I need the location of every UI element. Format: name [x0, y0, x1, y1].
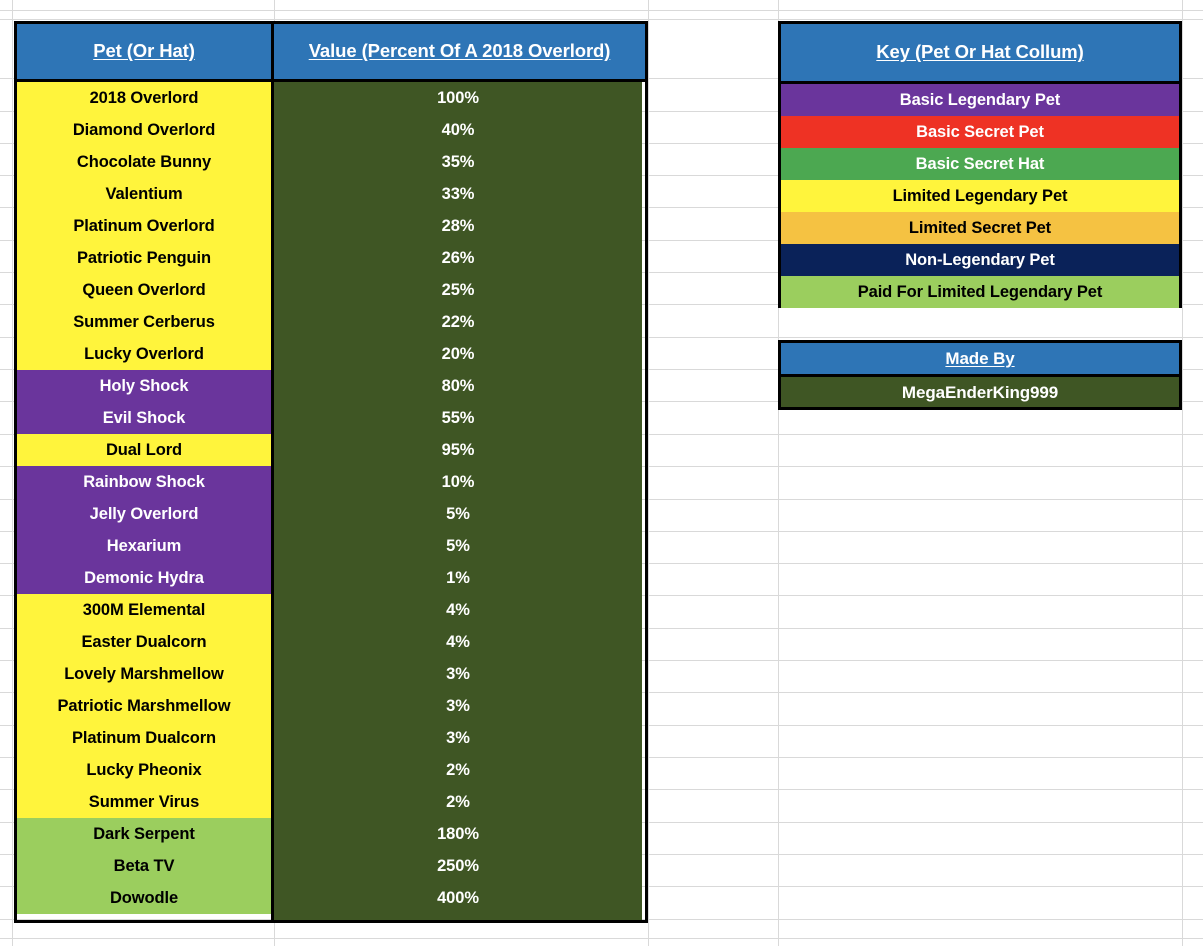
- table-row-value[interactable]: 40%: [274, 114, 642, 146]
- table-row-value[interactable]: 5%: [274, 498, 642, 530]
- table-row-value[interactable]: 55%: [274, 402, 642, 434]
- table-row-value[interactable]: 180%: [274, 818, 642, 850]
- table-row-value[interactable]: 2%: [274, 786, 642, 818]
- table-row-pet-name[interactable]: Dual Lord: [17, 434, 271, 466]
- pet-name-column: 2018 Overlord Diamond Overlord Chocolate B…: [17, 82, 274, 920]
- main-table-body: 2018 Overlord Diamond Overlord Chocolate B…: [17, 79, 645, 920]
- table-row-value[interactable]: 20%: [274, 338, 642, 370]
- table-row-pet-name[interactable]: Beta TV: [17, 850, 271, 882]
- table-row-value[interactable]: 33%: [274, 178, 642, 210]
- table-row-value[interactable]: 1%: [274, 562, 642, 594]
- table-row-pet-name[interactable]: Chocolate Bunny: [17, 146, 271, 178]
- grid-row-line-29: [0, 938, 1203, 939]
- made-by-author: MegaEnderKing999: [781, 374, 1179, 407]
- table-row-value[interactable]: 250%: [274, 850, 642, 882]
- table-row-value[interactable]: 3%: [274, 722, 642, 754]
- grid-column-line-4: [1182, 0, 1183, 946]
- table-row-pet-name[interactable]: 300M Elemental: [17, 594, 271, 626]
- table-row-value[interactable]: 10%: [274, 466, 642, 498]
- grid-column-line-0: [12, 0, 13, 946]
- table-row-pet-name[interactable]: Summer Cerberus: [17, 306, 271, 338]
- table-row-value[interactable]: 35%: [274, 146, 642, 178]
- made-by-panel: Made By MegaEnderKing999: [778, 340, 1182, 410]
- column-header-value[interactable]: Value (Percent Of A 2018 Overlord): [274, 24, 645, 79]
- table-row-value[interactable]: 100%: [274, 82, 642, 114]
- table-row-value[interactable]: 2%: [274, 754, 642, 786]
- key-legend-panel: Key (Pet Or Hat Collum) Basic Legendary …: [778, 21, 1182, 308]
- table-row-pet-name[interactable]: Patriotic Marshmellow: [17, 690, 271, 722]
- table-row-pet-name[interactable]: Platinum Overlord: [17, 210, 271, 242]
- table-row-pet-name[interactable]: Rainbow Shock: [17, 466, 271, 498]
- key-legend-item[interactable]: Limited Legendary Pet: [781, 180, 1179, 212]
- table-row-pet-name[interactable]: Dark Serpent: [17, 818, 271, 850]
- key-panel-header[interactable]: Key (Pet Or Hat Collum): [781, 24, 1179, 81]
- key-legend-item[interactable]: Paid For Limited Legendary Pet: [781, 276, 1179, 308]
- table-row-value[interactable]: 26%: [274, 242, 642, 274]
- table-row-pet-name[interactable]: Lucky Pheonix: [17, 754, 271, 786]
- table-row-pet-name[interactable]: Lovely Marshmellow: [17, 658, 271, 690]
- table-row-pet-name[interactable]: Summer Virus: [17, 786, 271, 818]
- table-row-value[interactable]: 28%: [274, 210, 642, 242]
- grid-row-line-1: [0, 19, 1203, 20]
- table-row-pet-name[interactable]: Diamond Overlord: [17, 114, 271, 146]
- table-row-value[interactable]: 4%: [274, 594, 642, 626]
- key-legend-entries: Basic Legendary Pet Basic Secret Pet Basic…: [781, 81, 1179, 308]
- table-row-pet-name[interactable]: Queen Overlord: [17, 274, 271, 306]
- table-row-value[interactable]: 3%: [274, 690, 642, 722]
- grid-column-line-2: [648, 0, 649, 946]
- grid-row-line-0: [0, 10, 1203, 11]
- table-row-value[interactable]: 22%: [274, 306, 642, 338]
- table-row-pet-name[interactable]: Platinum Dualcorn: [17, 722, 271, 754]
- value-percent-column: 100% 40% 35% 33% 28% 26% 25% 22% 20% 80% 55% 95% 10%…: [274, 82, 642, 920]
- table-row-pet-name[interactable]: Patriotic Penguin: [17, 242, 271, 274]
- main-data-table: Pet (Or Hat) Value (Percent Of A 2018 Ov…: [14, 21, 648, 923]
- key-legend-item[interactable]: Non-Legendary Pet: [781, 244, 1179, 276]
- table-row-pet-name[interactable]: Valentium: [17, 178, 271, 210]
- table-row-value[interactable]: 25%: [274, 274, 642, 306]
- table-row-value[interactable]: 80%: [274, 370, 642, 402]
- table-row-value[interactable]: 4%: [274, 626, 642, 658]
- key-legend-item[interactable]: Basic Secret Hat: [781, 148, 1179, 180]
- column-header-pet[interactable]: Pet (Or Hat): [17, 24, 274, 79]
- table-row-value[interactable]: 3%: [274, 658, 642, 690]
- table-row-pet-name[interactable]: Lucky Overlord: [17, 338, 271, 370]
- table-row-pet-name[interactable]: Demonic Hydra: [17, 562, 271, 594]
- table-row-pet-name[interactable]: Evil Shock: [17, 402, 271, 434]
- table-row-pet-name[interactable]: Hexarium: [17, 530, 271, 562]
- table-row-pet-name[interactable]: Jelly Overlord: [17, 498, 271, 530]
- table-row-pet-name[interactable]: Holy Shock: [17, 370, 271, 402]
- made-by-header[interactable]: Made By: [781, 343, 1179, 374]
- table-row-pet-name[interactable]: Dowodle: [17, 882, 271, 914]
- key-legend-item[interactable]: Basic Legendary Pet: [781, 84, 1179, 116]
- table-row-pet-name[interactable]: 2018 Overlord: [17, 82, 271, 114]
- key-legend-item[interactable]: Limited Secret Pet: [781, 212, 1179, 244]
- table-row-value[interactable]: 400%: [274, 882, 642, 914]
- table-row-value[interactable]: 5%: [274, 530, 642, 562]
- key-legend-item[interactable]: Basic Secret Pet: [781, 116, 1179, 148]
- table-row-value[interactable]: 95%: [274, 434, 642, 466]
- table-row-pet-name[interactable]: Easter Dualcorn: [17, 626, 271, 658]
- main-table-header-row: Pet (Or Hat) Value (Percent Of A 2018 Ov…: [17, 24, 645, 79]
